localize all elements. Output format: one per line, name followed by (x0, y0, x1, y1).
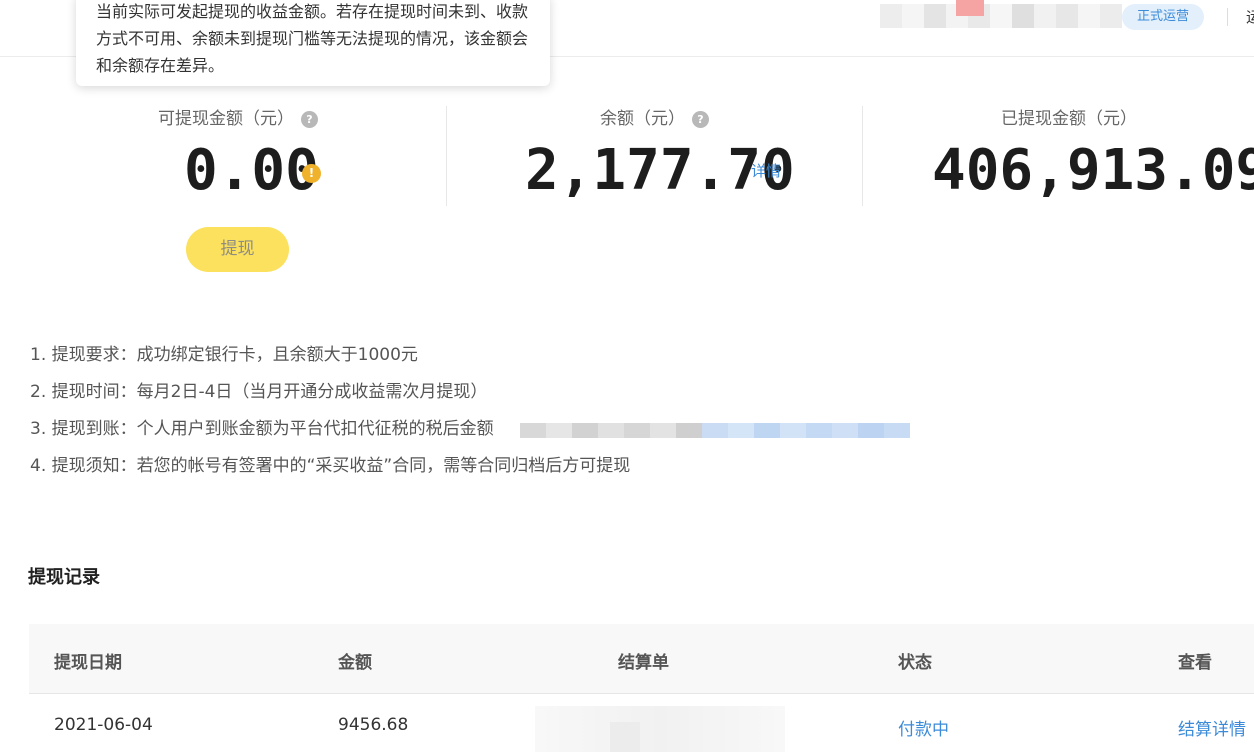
column-header: 结算单 (618, 653, 669, 673)
rule-item: 2. 提现时间：每月2日-4日（当月开通分成收益需次月提现） (30, 382, 488, 402)
question-circle-icon[interactable]: ? (301, 111, 318, 128)
row-amount: 9456.68 (338, 715, 409, 735)
blurred-link (520, 423, 910, 438)
rule-item: 4. 提现须知：若您的帐号有签署中的“采买收益”合同，需等合同归档后方可提现 (30, 456, 631, 476)
withdrawn-label-text: 已提现金额（元） (1001, 109, 1137, 129)
status-badge: 正式运营 (1122, 4, 1204, 30)
column-header: 状态 (898, 653, 932, 673)
question-circle-icon[interactable]: ? (692, 111, 709, 128)
column-header: 提现日期 (54, 653, 122, 673)
table-header: 提现日期 金额 结算单 状态 查看 (29, 624, 1254, 694)
blurred-statement-fragment (610, 722, 640, 752)
row-view-link[interactable]: 结算详情 (1178, 715, 1246, 740)
withdrawable-label-text: 可提现金额（元） (158, 109, 294, 129)
stat-divider (862, 106, 863, 206)
withdrawable-label: 可提现金额（元）? (158, 104, 318, 129)
stat-divider (446, 106, 447, 206)
blurred-avatar (956, 0, 984, 16)
balance-label-text: 余额（元） (600, 109, 685, 129)
withdrawn-label: 已提现金额（元） (1001, 104, 1137, 129)
rule-item: 1. 提现要求：成功绑定银行卡，且余额大于1000元 (30, 345, 418, 365)
column-header: 金额 (338, 653, 372, 673)
withdraw-button[interactable]: 提现 (186, 227, 289, 272)
withdrawable-tooltip: 当前实际可发起提现的收益金额。若存在提现时间未到、收款方式不可用、余额未到提现门… (76, 0, 550, 86)
warning-circle-icon[interactable]: ! (302, 164, 321, 183)
withdrawable-amount: 0.00 (184, 138, 319, 203)
row-date: 2021-06-04 (54, 715, 153, 735)
header-divider (1227, 8, 1228, 26)
column-header: 查看 (1178, 653, 1212, 673)
blurred-statement (535, 706, 785, 752)
blurred-account-info (880, 4, 1122, 28)
header-nav-item[interactable]: 运 (1246, 6, 1254, 27)
row-status[interactable]: 付款中 (898, 715, 949, 740)
tooltip-text: 当前实际可发起提现的收益金额。若存在提现时间未到、收款方式不可用、余额未到提现门… (96, 2, 529, 75)
withdrawn-amount: 406,913.09 (932, 138, 1254, 203)
balance-label: 余额（元）? (600, 104, 709, 129)
balance-detail-link[interactable]: 详情 (751, 160, 781, 181)
withdraw-rules: 1. 提现要求：成功绑定银行卡，且余额大于1000元 2. 提现时间：每月2日-… (30, 340, 910, 488)
records-title: 提现记录 (28, 567, 100, 588)
